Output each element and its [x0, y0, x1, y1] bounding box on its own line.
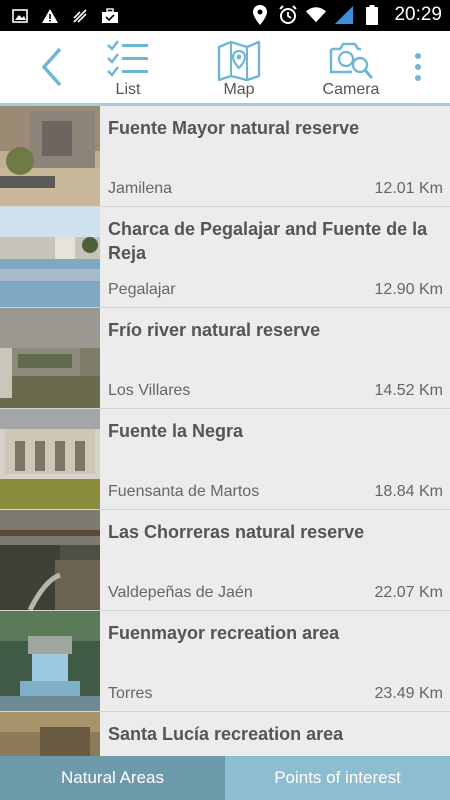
tab-natural-areas[interactable]: Natural Areas	[0, 756, 225, 800]
list-item[interactable]: Frío river natural reserve Los Villares …	[0, 308, 450, 409]
place-thumbnail	[0, 409, 100, 509]
app-toolbar: List Map Camera	[0, 31, 450, 103]
briefcase-check-icon	[100, 6, 120, 26]
place-town: Pegalajar	[108, 281, 176, 298]
nfc-icon	[70, 6, 90, 26]
wifi-icon	[306, 5, 327, 25]
place-title: Frío river natural reserve	[108, 320, 321, 340]
place-distance: 12.01 Km	[374, 180, 443, 197]
list-item[interactable]: Fuente Mayor natural reserve Jamilena 12…	[0, 106, 450, 207]
warning-icon	[40, 6, 60, 26]
list-view-button[interactable]: List	[83, 37, 173, 101]
tab-points-of-interest[interactable]: Points of interest	[225, 756, 450, 800]
place-town: Fuensanta de Martos	[108, 483, 260, 500]
place-town: Jamilena	[108, 180, 173, 197]
list-item[interactable]: Fuente la Negra Fuensanta de Martos 18.8…	[0, 409, 450, 510]
list-item[interactable]: Charca de Pegalajar and Fuente de la Rej…	[0, 207, 450, 308]
overflow-menu-button[interactable]	[406, 51, 430, 85]
location-icon	[250, 5, 270, 25]
status-bar: 20:29	[0, 0, 450, 31]
place-thumbnail	[0, 207, 100, 307]
places-list[interactable]: Fuente Mayor natural reserve Jamilena 12…	[0, 106, 450, 756]
place-town: Torres	[108, 685, 153, 702]
battery-icon	[362, 5, 382, 25]
map-view-button[interactable]: Map	[194, 37, 284, 101]
bottom-tab-bar: Natural Areas Points of interest	[0, 756, 450, 800]
place-title: Santa Lucía recreation area	[108, 724, 344, 744]
map-label: Map	[223, 81, 255, 98]
place-thumbnail	[0, 712, 100, 756]
back-button[interactable]	[30, 45, 74, 89]
place-title: Las Chorreras natural reserve	[108, 522, 365, 542]
map-icon	[217, 40, 261, 81]
place-town: Los Villares	[108, 382, 191, 399]
place-thumbnail	[0, 106, 100, 206]
camera-search-icon	[329, 42, 373, 79]
clock-time: 20:29	[394, 4, 442, 25]
list-item[interactable]: Fuenmayor recreation area Torres 23.49 K…	[0, 611, 450, 712]
place-title: Charca de Pegalajar and Fuente de la Rej…	[108, 219, 428, 263]
place-title: Fuenmayor recreation area	[108, 623, 340, 643]
alarm-icon	[278, 5, 298, 25]
place-title: Fuente Mayor natural reserve	[108, 118, 360, 138]
camera-label: Camera	[322, 81, 380, 98]
place-thumbnail	[0, 308, 100, 408]
list-label: List	[115, 81, 141, 98]
place-title: Fuente la Negra	[108, 421, 244, 441]
place-thumbnail	[0, 611, 100, 711]
place-distance: 23.49 Km	[374, 685, 443, 702]
place-distance: 18.84 Km	[374, 483, 443, 500]
list-item[interactable]: Santa Lucía recreation area	[0, 712, 450, 756]
place-distance: 12.90 Km	[374, 281, 443, 298]
list-item[interactable]: Las Chorreras natural reserve Valdepeñas…	[0, 510, 450, 611]
place-town: Valdepeñas de Jaén	[108, 584, 253, 601]
place-distance: 22.07 Km	[374, 584, 443, 601]
chevron-left-icon	[41, 47, 62, 87]
image-notification-icon	[10, 6, 30, 26]
more-vertical-icon	[415, 53, 421, 81]
signal-icon	[334, 5, 354, 25]
camera-view-button[interactable]: Camera	[306, 37, 396, 101]
checklist-icon	[107, 40, 148, 77]
place-thumbnail	[0, 510, 100, 610]
place-distance: 14.52 Km	[374, 382, 443, 399]
